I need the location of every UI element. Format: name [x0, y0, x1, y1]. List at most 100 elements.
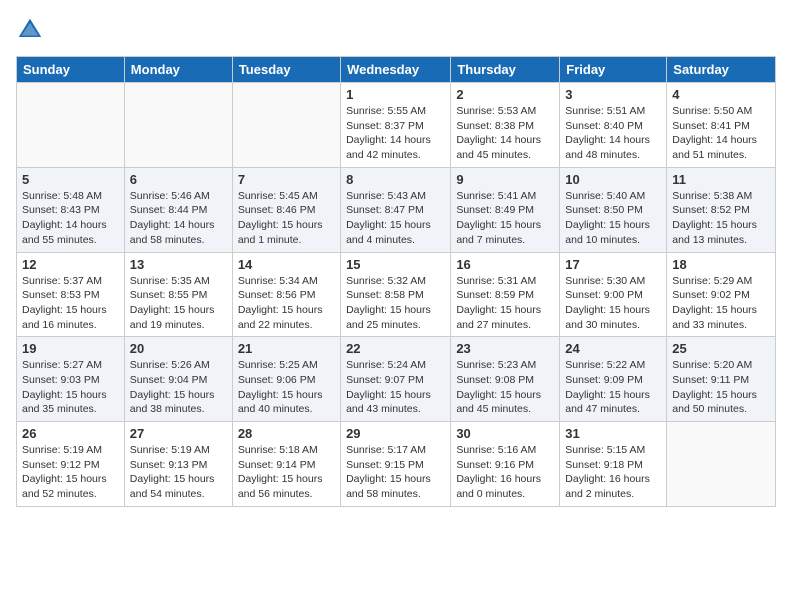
day-of-week-header: Friday	[560, 57, 667, 83]
calendar-cell: 26 Sunrise: 5:19 AM Sunset: 9:12 PM Dayli…	[17, 422, 125, 507]
day-number: 16	[456, 257, 554, 272]
day-number: 11	[672, 172, 770, 187]
calendar-cell: 22 Sunrise: 5:24 AM Sunset: 9:07 PM Dayli…	[341, 337, 451, 422]
calendar-week-row: 26 Sunrise: 5:19 AM Sunset: 9:12 PM Dayli…	[17, 422, 776, 507]
day-number: 31	[565, 426, 661, 441]
day-number: 23	[456, 341, 554, 356]
calendar-cell: 11 Sunrise: 5:38 AM Sunset: 8:52 PM Dayli…	[667, 167, 776, 252]
calendar-header-row: SundayMondayTuesdayWednesdayThursdayFrid…	[17, 57, 776, 83]
day-of-week-header: Tuesday	[232, 57, 340, 83]
day-info: Sunrise: 5:18 AM Sunset: 9:14 PM Dayligh…	[238, 443, 335, 502]
calendar-cell: 7 Sunrise: 5:45 AM Sunset: 8:46 PM Daylig…	[232, 167, 340, 252]
day-number: 13	[130, 257, 227, 272]
day-info: Sunrise: 5:15 AM Sunset: 9:18 PM Dayligh…	[565, 443, 661, 502]
day-number: 17	[565, 257, 661, 272]
day-info: Sunrise: 5:16 AM Sunset: 9:16 PM Dayligh…	[456, 443, 554, 502]
calendar-table: SundayMondayTuesdayWednesdayThursdayFrid…	[16, 56, 776, 507]
calendar-cell: 23 Sunrise: 5:23 AM Sunset: 9:08 PM Dayli…	[451, 337, 560, 422]
calendar-week-row: 12 Sunrise: 5:37 AM Sunset: 8:53 PM Dayli…	[17, 252, 776, 337]
calendar-cell: 20Sunrise: 5:26 AM Sunset: 9:04 PM Dayli…	[124, 337, 232, 422]
day-number: 30	[456, 426, 554, 441]
day-number: 15	[346, 257, 445, 272]
calendar-cell: 17 Sunrise: 5:30 AM Sunset: 9:00 PM Dayli…	[560, 252, 667, 337]
calendar-cell: 5 Sunrise: 5:48 AM Sunset: 8:43 PM Daylig…	[17, 167, 125, 252]
day-info: Sunrise: 5:38 AM Sunset: 8:52 PM Dayligh…	[672, 189, 770, 248]
day-number: 28	[238, 426, 335, 441]
day-info: Sunrise: 5:41 AM Sunset: 8:49 PM Dayligh…	[456, 189, 554, 248]
day-number: 8	[346, 172, 445, 187]
day-number: 4	[672, 87, 770, 102]
day-info: Sunrise: 5:35 AM Sunset: 8:55 PM Dayligh…	[130, 274, 227, 333]
calendar-cell: 13 Sunrise: 5:35 AM Sunset: 8:55 PM Dayli…	[124, 252, 232, 337]
calendar-cell: 10Sunrise: 5:40 AM Sunset: 8:50 PM Dayli…	[560, 167, 667, 252]
day-number: 27	[130, 426, 227, 441]
day-number: 3	[565, 87, 661, 102]
day-info: Sunrise: 5:34 AM Sunset: 8:56 PM Dayligh…	[238, 274, 335, 333]
day-of-week-header: Monday	[124, 57, 232, 83]
day-number: 24	[565, 341, 661, 356]
day-info: Sunrise: 5:30 AM Sunset: 9:00 PM Dayligh…	[565, 274, 661, 333]
day-number: 26	[22, 426, 119, 441]
day-number: 2	[456, 87, 554, 102]
calendar-cell: 25Sunrise: 5:20 AM Sunset: 9:11 PM Dayli…	[667, 337, 776, 422]
calendar-cell: 8 Sunrise: 5:43 AM Sunset: 8:47 PM Daylig…	[341, 167, 451, 252]
day-info: Sunrise: 5:19 AM Sunset: 9:12 PM Dayligh…	[22, 443, 119, 502]
page-header	[16, 16, 776, 44]
day-info: Sunrise: 5:31 AM Sunset: 8:59 PM Dayligh…	[456, 274, 554, 333]
day-info: Sunrise: 5:25 AM Sunset: 9:06 PM Dayligh…	[238, 358, 335, 417]
day-info: Sunrise: 5:19 AM Sunset: 9:13 PM Dayligh…	[130, 443, 227, 502]
day-number: 6	[130, 172, 227, 187]
calendar-week-row: 5 Sunrise: 5:48 AM Sunset: 8:43 PM Daylig…	[17, 167, 776, 252]
day-number: 10	[565, 172, 661, 187]
day-number: 9	[456, 172, 554, 187]
day-number: 29	[346, 426, 445, 441]
day-number: 25	[672, 341, 770, 356]
calendar-cell: 1 Sunrise: 5:55 AM Sunset: 8:37 PM Daylig…	[341, 83, 451, 168]
calendar-cell	[17, 83, 125, 168]
calendar-cell: 9 Sunrise: 5:41 AM Sunset: 8:49 PM Daylig…	[451, 167, 560, 252]
day-info: Sunrise: 5:37 AM Sunset: 8:53 PM Dayligh…	[22, 274, 119, 333]
day-of-week-header: Thursday	[451, 57, 560, 83]
calendar-cell: 31 Sunrise: 5:15 AM Sunset: 9:18 PM Dayli…	[560, 422, 667, 507]
calendar-cell	[232, 83, 340, 168]
calendar-cell: 30 Sunrise: 5:16 AM Sunset: 9:16 PM Dayli…	[451, 422, 560, 507]
day-info: Sunrise: 5:32 AM Sunset: 8:58 PM Dayligh…	[346, 274, 445, 333]
calendar-cell: 15 Sunrise: 5:32 AM Sunset: 8:58 PM Dayli…	[341, 252, 451, 337]
day-number: 14	[238, 257, 335, 272]
day-number: 20	[130, 341, 227, 356]
calendar-cell: 24Sunrise: 5:22 AM Sunset: 9:09 PM Dayli…	[560, 337, 667, 422]
day-info: Sunrise: 5:27 AM Sunset: 9:03 PM Dayligh…	[22, 358, 119, 417]
day-number: 22	[346, 341, 445, 356]
day-info: Sunrise: 5:45 AM Sunset: 8:46 PM Dayligh…	[238, 189, 335, 248]
calendar-cell	[667, 422, 776, 507]
calendar-week-row: 1 Sunrise: 5:55 AM Sunset: 8:37 PM Daylig…	[17, 83, 776, 168]
day-of-week-header: Saturday	[667, 57, 776, 83]
day-number: 19	[22, 341, 119, 356]
day-number: 5	[22, 172, 119, 187]
calendar-cell: 4Sunrise: 5:50 AM Sunset: 8:41 PM Daylig…	[667, 83, 776, 168]
day-info: Sunrise: 5:46 AM Sunset: 8:44 PM Dayligh…	[130, 189, 227, 248]
calendar-cell: 6 Sunrise: 5:46 AM Sunset: 8:44 PM Daylig…	[124, 167, 232, 252]
calendar-week-row: 19 Sunrise: 5:27 AM Sunset: 9:03 PM Dayli…	[17, 337, 776, 422]
calendar-cell: 29 Sunrise: 5:17 AM Sunset: 9:15 PM Dayli…	[341, 422, 451, 507]
day-info: Sunrise: 5:43 AM Sunset: 8:47 PM Dayligh…	[346, 189, 445, 248]
logo	[16, 16, 48, 44]
day-number: 7	[238, 172, 335, 187]
logo-icon	[16, 16, 44, 44]
day-info: Sunrise: 5:17 AM Sunset: 9:15 PM Dayligh…	[346, 443, 445, 502]
calendar-cell	[124, 83, 232, 168]
calendar-cell: 18Sunrise: 5:29 AM Sunset: 9:02 PM Dayli…	[667, 252, 776, 337]
calendar-cell: 2Sunrise: 5:53 AM Sunset: 8:38 PM Daylig…	[451, 83, 560, 168]
calendar-cell: 21 Sunrise: 5:25 AM Sunset: 9:06 PM Dayli…	[232, 337, 340, 422]
day-info: Sunrise: 5:24 AM Sunset: 9:07 PM Dayligh…	[346, 358, 445, 417]
day-number: 21	[238, 341, 335, 356]
day-number: 12	[22, 257, 119, 272]
day-number: 1	[346, 87, 445, 102]
calendar-cell: 12 Sunrise: 5:37 AM Sunset: 8:53 PM Dayli…	[17, 252, 125, 337]
day-info: Sunrise: 5:55 AM Sunset: 8:37 PM Dayligh…	[346, 104, 445, 163]
day-info: Sunrise: 5:23 AM Sunset: 9:08 PM Dayligh…	[456, 358, 554, 417]
day-info: Sunrise: 5:51 AM Sunset: 8:40 PM Dayligh…	[565, 104, 661, 163]
calendar-cell: 14 Sunrise: 5:34 AM Sunset: 8:56 PM Dayli…	[232, 252, 340, 337]
calendar-cell: 27 Sunrise: 5:19 AM Sunset: 9:13 PM Dayli…	[124, 422, 232, 507]
day-info: Sunrise: 5:48 AM Sunset: 8:43 PM Dayligh…	[22, 189, 119, 248]
